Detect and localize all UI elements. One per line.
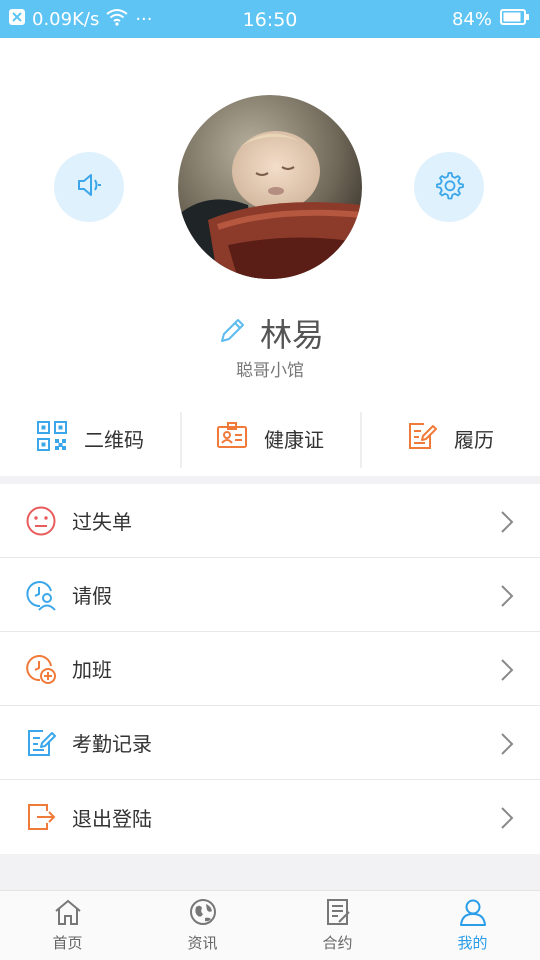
face-neutral-icon [24,504,58,538]
menu-item-label: 加班 [72,658,112,682]
chevron-right-icon [500,510,514,538]
avatar[interactable] [178,95,362,279]
settings-button[interactable] [414,152,484,222]
menu-item-logout[interactable]: 退出登陆 [0,780,540,854]
tab-mine-label: 我的 [457,934,488,952]
chevron-right-icon [500,806,514,834]
chevron-right-icon [500,732,514,760]
menu-item-label: 请假 [72,584,112,608]
status-bar: 0.09K/s ··· 16:50 84% [0,0,540,38]
menu-item-label: 过失单 [72,510,132,534]
sound-button[interactable] [54,152,124,222]
menu-item-fault-slip[interactable]: 过失单 [0,484,540,558]
tab-home[interactable]: 首页 [0,891,135,960]
edit-doc-icon [24,726,58,760]
health-cert-label: 健康证 [264,427,324,452]
resume-label: 履历 [454,427,494,452]
contract-icon [323,898,353,930]
gear-icon [433,169,465,205]
tab-home-label: 首页 [52,934,83,952]
store-name: 聪哥小馆 [236,361,304,381]
chevron-right-icon [500,658,514,686]
tab-contract[interactable]: 合约 [270,891,405,960]
menu-item-label: 考勤记录 [72,732,152,756]
qr-code-label: 二维码 [84,427,144,452]
battery-level: 84% [451,9,492,30]
menu-list: 过失单 请假 加班 考勤记录 退出登陆 [0,484,540,854]
clock-person-icon [24,578,58,612]
quick-actions: 二维码 健康证 履历 [0,400,540,476]
menu-item-overtime[interactable]: 加班 [0,632,540,706]
profile-header: 林易 聪哥小馆 [0,38,540,400]
globe-icon [188,898,218,930]
bottom-nav: 首页 资讯 合约 我的 [0,890,540,960]
health-cert-button[interactable]: 健康证 [180,400,360,476]
menu-item-attendance[interactable]: 考勤记录 [0,706,540,780]
id-card-icon [216,420,248,456]
speaker-icon [73,169,105,205]
logout-icon [24,800,58,834]
user-name: 林易 [259,316,324,354]
home-icon [53,898,83,930]
tab-news-label: 资讯 [187,934,218,952]
edit-doc-icon [406,420,438,456]
qr-code-button[interactable]: 二维码 [0,400,180,476]
chevron-right-icon [500,584,514,612]
tab-news[interactable]: 资讯 [135,891,270,960]
menu-item-label: 退出登陆 [72,806,152,831]
pencil-icon[interactable] [216,315,248,351]
clock-plus-icon [24,652,58,686]
menu-item-leave[interactable]: 请假 [0,558,540,632]
resume-button[interactable]: 履历 [360,400,540,476]
tab-contract-label: 合约 [322,934,353,952]
tab-mine[interactable]: 我的 [405,891,540,960]
user-icon [458,898,488,930]
battery-icon [500,8,530,31]
qr-code-icon [36,420,68,456]
